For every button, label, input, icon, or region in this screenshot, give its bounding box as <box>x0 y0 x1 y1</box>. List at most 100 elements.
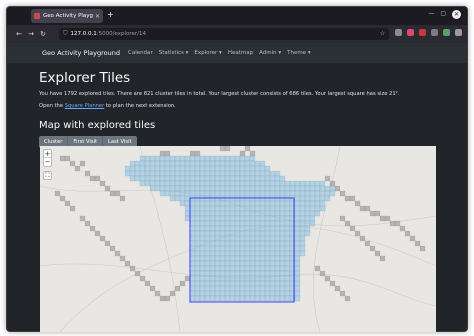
nav-heatmap[interactable]: Heatmap <box>228 50 253 56</box>
cluster-tile <box>209 225 216 232</box>
addon-icon[interactable] <box>443 29 450 36</box>
cluster-tile <box>274 270 281 277</box>
back-button[interactable]: ← <box>13 30 25 38</box>
cluster-tile <box>299 200 306 207</box>
explored-tile <box>354 230 361 237</box>
cluster-tile <box>139 170 146 177</box>
cluster-tile <box>234 285 241 292</box>
nav-admin[interactable]: Admin ▾ <box>259 50 281 56</box>
cluster-tile <box>174 185 181 192</box>
cluster-tile <box>314 210 321 217</box>
browser-tab[interactable]: Geo Activity Playground ✕ <box>31 9 103 23</box>
nav-theme[interactable]: Theme ▾ <box>287 50 310 56</box>
cluster-tile <box>189 265 196 272</box>
url-bar[interactable]: ⛉ 127.0.0.1:5000/explorer/14 ☆ <box>59 28 389 40</box>
cluster-tile <box>264 200 271 207</box>
forward-button[interactable]: → <box>25 30 37 38</box>
cluster-tile <box>219 215 226 222</box>
cluster-tile <box>204 255 211 262</box>
ublock-icon[interactable] <box>419 29 426 36</box>
cluster-tile <box>214 275 221 282</box>
cluster-tile <box>284 275 291 282</box>
app-brand[interactable]: Geo Activity Playground <box>42 49 120 57</box>
cluster-tile <box>279 210 286 217</box>
cluster-tile <box>229 290 236 297</box>
cluster-tile <box>284 290 291 297</box>
cluster-tile <box>224 200 231 207</box>
menu-icon[interactable] <box>455 29 462 36</box>
cluster-tile <box>234 225 241 232</box>
cluster-tile <box>304 185 311 192</box>
pocket-icon[interactable] <box>407 29 414 36</box>
extension-icon[interactable] <box>395 29 402 36</box>
cluster-tile <box>264 210 271 217</box>
minimize-icon[interactable]: — <box>428 10 434 19</box>
cluster-tile <box>239 240 246 247</box>
explored-tile <box>94 230 101 237</box>
cluster-tile <box>234 290 241 297</box>
nav-statistics[interactable]: Statistics ▾ <box>159 50 189 56</box>
cluster-tile <box>239 170 246 177</box>
cluster-tile <box>164 155 171 162</box>
cluster-tile <box>159 185 166 192</box>
cluster-tile <box>284 205 291 212</box>
cluster-tile <box>149 175 156 182</box>
cluster-tile <box>174 165 181 172</box>
cluster-tile <box>189 280 196 287</box>
cluster-tile <box>274 255 281 262</box>
zoom-out-button[interactable]: − <box>44 158 51 166</box>
cluster-tile <box>234 250 241 257</box>
cluster-tile <box>194 250 201 257</box>
window-controls: — ▢ ✕ <box>428 10 461 19</box>
cluster-tile <box>269 215 276 222</box>
cluster-tile <box>194 295 201 302</box>
nav-explorer[interactable]: Explorer ▾ <box>194 50 221 56</box>
cluster-tile <box>234 210 241 217</box>
cluster-tile <box>274 285 281 292</box>
cluster-tile <box>219 175 226 182</box>
explorer-map[interactable]: + − ⛶ <box>40 146 436 332</box>
cluster-tile <box>219 160 226 167</box>
explored-tile <box>369 210 376 217</box>
cluster-tile <box>199 240 206 247</box>
window-close-icon[interactable]: ✕ <box>452 10 461 19</box>
downloads-icon[interactable] <box>431 29 438 36</box>
cluster-tile <box>269 225 276 232</box>
cluster-tile <box>304 195 311 202</box>
cluster-tile <box>249 235 256 242</box>
explored-tile <box>69 205 76 212</box>
zoom-in-button[interactable]: + <box>44 150 51 158</box>
cluster-tile <box>214 215 221 222</box>
bookmark-star-icon[interactable]: ☆ <box>380 30 385 37</box>
cluster-tile <box>184 200 191 207</box>
cluster-tile <box>309 185 316 192</box>
map-canvas[interactable] <box>40 146 436 332</box>
cluster-tile <box>239 235 246 242</box>
cluster-tile <box>154 165 161 172</box>
cluster-tile <box>259 190 266 197</box>
cluster-tile <box>239 275 246 282</box>
new-tab-button[interactable]: + <box>107 10 114 19</box>
cluster-tile <box>194 245 201 252</box>
cluster-tile <box>179 175 186 182</box>
cluster-tile <box>239 290 246 297</box>
cluster-tile <box>224 275 231 282</box>
cluster-tile <box>279 260 286 267</box>
cluster-tile <box>124 165 131 172</box>
cluster-tile <box>294 185 301 192</box>
nav-calendar[interactable]: Calendar <box>128 50 153 56</box>
fullscreen-icon[interactable]: ⛶ <box>43 171 52 180</box>
cluster-tile <box>239 200 246 207</box>
reload-button[interactable]: ↻ <box>37 30 49 38</box>
cluster-tile <box>269 170 276 177</box>
navigation-bar: ← → ↻ ⛉ 127.0.0.1:5000/explorer/14 ☆ <box>7 25 467 43</box>
cluster-tile <box>274 290 281 297</box>
square-planner-link[interactable]: Square Planner <box>65 103 105 109</box>
close-icon[interactable]: ✕ <box>95 13 100 20</box>
cluster-tile <box>209 165 216 172</box>
cluster-tile <box>274 260 281 267</box>
cluster-tile <box>244 215 251 222</box>
cluster-tile <box>249 270 256 277</box>
summary-text: You have 1792 explored tiles. There are … <box>39 91 400 97</box>
maximize-icon[interactable]: ▢ <box>440 10 446 19</box>
